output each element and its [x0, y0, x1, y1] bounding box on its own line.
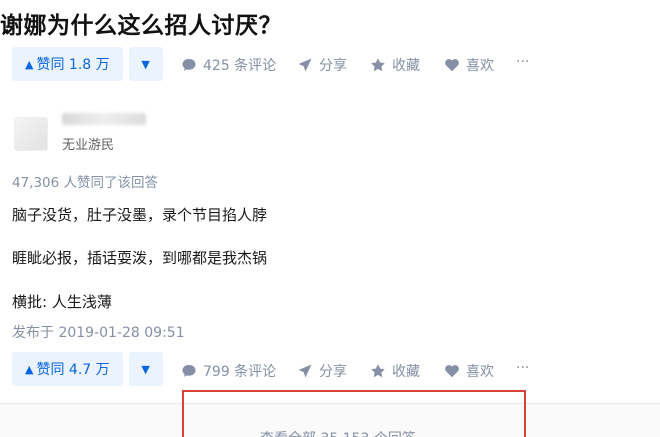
- share-icon: [297, 57, 313, 73]
- triangle-down-icon: ▼: [141, 57, 150, 71]
- heart-icon: [444, 57, 460, 73]
- comments-button[interactable]: 799 条评论: [181, 361, 276, 381]
- vote-up-button[interactable]: ▲ 赞同 4.7 万: [12, 352, 123, 386]
- answer-action-bar: ▲ 赞同 4.7 万 ▼: [12, 351, 163, 387]
- heart-icon: [444, 363, 460, 379]
- author-name-blurred[interactable]: [62, 113, 146, 125]
- triangle-up-icon: ▲: [25, 57, 34, 71]
- like-label: 喜欢: [466, 58, 494, 74]
- comments-label: 799 条评论: [203, 364, 277, 380]
- share-label: 分享: [319, 364, 347, 380]
- star-icon: [370, 57, 386, 73]
- vote-up-button[interactable]: ▲ 赞同 1.8 万: [12, 47, 123, 81]
- more-label: ···: [516, 54, 530, 70]
- red-highlight-box: [182, 390, 526, 437]
- vote-down-button[interactable]: ▼: [128, 352, 163, 386]
- like-button[interactable]: 喜欢: [444, 361, 494, 381]
- like-button[interactable]: 喜欢: [444, 55, 494, 75]
- triangle-up-icon: ▲: [25, 362, 34, 376]
- vote-up-label: 赞同 1.8 万: [36, 57, 110, 73]
- question-title: 谢娜为什么这么招人讨厌？: [0, 13, 282, 39]
- collect-button[interactable]: 收藏: [370, 55, 420, 75]
- share-button[interactable]: 分享: [297, 361, 347, 381]
- answer-paragraph: 横批: 人生浅薄: [12, 293, 112, 311]
- answer-paragraph: 睚眦必报，插话耍泼，到哪都是我杰锅: [12, 249, 268, 267]
- collect-button[interactable]: 收藏: [370, 361, 420, 381]
- share-button[interactable]: 分享: [297, 55, 347, 75]
- comment-icon: [181, 363, 197, 379]
- publish-date[interactable]: 发布于 2019-01-28 09:51: [12, 322, 185, 342]
- answer-paragraph: 脑子没货，肚子没墨，录个节目掐人脖: [12, 206, 268, 224]
- triangle-down-icon: ▼: [141, 362, 150, 376]
- star-icon: [370, 363, 386, 379]
- collect-label: 收藏: [392, 58, 420, 74]
- answer-vote-count: 47,306 人赞同了该回答: [12, 175, 159, 191]
- avatar[interactable]: [14, 117, 48, 151]
- question-action-bar: ▲ 赞同 1.8 万 ▼: [12, 46, 163, 82]
- more-label: ···: [516, 360, 530, 376]
- author-bio: 无业游民: [62, 138, 115, 153]
- comments-label: 425 条评论: [203, 58, 277, 74]
- comment-icon: [181, 57, 197, 73]
- more-button[interactable]: ···: [516, 54, 529, 70]
- vote-down-button[interactable]: ▼: [128, 47, 163, 81]
- comments-button[interactable]: 425 条评论: [181, 55, 276, 75]
- vote-up-label: 赞同 4.7 万: [36, 362, 110, 378]
- like-label: 喜欢: [466, 364, 494, 380]
- share-icon: [297, 363, 313, 379]
- more-button[interactable]: ···: [516, 360, 529, 376]
- collect-label: 收藏: [392, 364, 420, 380]
- share-label: 分享: [319, 58, 347, 74]
